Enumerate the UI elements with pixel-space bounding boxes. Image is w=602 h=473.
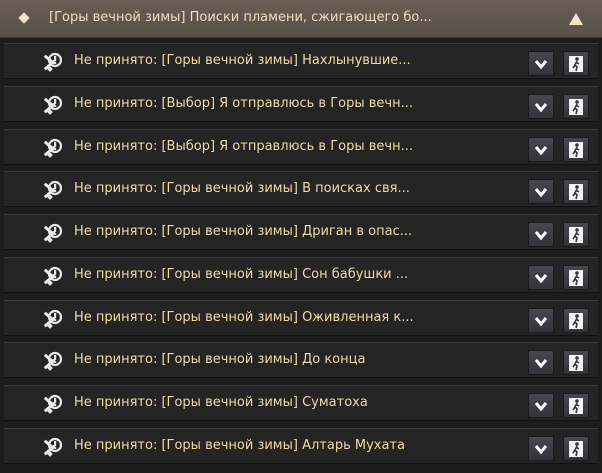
expand-button[interactable] <box>528 179 554 204</box>
auto-move-button[interactable] <box>563 436 589 461</box>
auto-move-button[interactable] <box>563 350 589 375</box>
quest-row[interactable]: Не принято: [Горы вечной зимы] До конца <box>4 342 598 378</box>
auto-move-button[interactable] <box>563 222 589 247</box>
quest-not-accepted-icon <box>43 266 62 286</box>
chevron-down-icon <box>534 59 548 69</box>
chevron-down-icon <box>534 273 548 283</box>
quest-label: Не принято: [Горы вечной зимы] Суматоха <box>74 395 368 410</box>
auto-move-button[interactable] <box>563 393 589 418</box>
quest-not-accepted-icon <box>43 138 62 158</box>
expand-button[interactable] <box>528 51 554 76</box>
quest-not-accepted-icon <box>43 437 62 457</box>
expand-button[interactable] <box>528 265 554 290</box>
quest-label: Не принято: [Выбор] Я отправлюсь в Горы … <box>74 96 413 111</box>
quest-label: Не принято: [Выбор] Я отправлюсь в Горы … <box>74 139 413 154</box>
quest-group-header[interactable]: [Горы вечной зимы] Поиски пламени, сжига… <box>0 0 602 38</box>
quest-label: Не принято: [Горы вечной зимы] Нахлынувш… <box>74 53 411 68</box>
quest-label: Не принято: [Горы вечной зимы] В поисках… <box>74 181 410 196</box>
walking-man-icon <box>569 98 583 115</box>
quest-row[interactable]: Не принято: [Горы вечной зимы] Алтарь Му… <box>4 428 598 464</box>
auto-move-button[interactable] <box>563 137 589 162</box>
quest-label: Не принято: [Горы вечной зимы] Дриган в … <box>74 224 413 239</box>
quest-not-accepted-icon <box>43 180 62 200</box>
expand-button[interactable] <box>528 436 554 461</box>
chevron-down-icon <box>534 230 548 240</box>
expand-button[interactable] <box>528 94 554 119</box>
auto-move-button[interactable] <box>563 51 589 76</box>
quest-row[interactable]: Не принято: [Горы вечной зимы] Сон бабуш… <box>4 257 598 293</box>
quest-not-accepted-icon <box>43 52 62 72</box>
chevron-down-icon <box>534 145 548 155</box>
walking-man-icon <box>569 183 583 200</box>
walking-man-icon <box>569 269 583 286</box>
walking-man-icon <box>569 397 583 414</box>
quest-row[interactable]: Не принято: [Горы вечной зимы] В поисках… <box>4 171 598 207</box>
chevron-down-icon <box>534 444 548 454</box>
walking-man-icon <box>569 354 583 371</box>
quest-row[interactable]: Не принято: [Горы вечной зимы] Оживленна… <box>4 300 598 336</box>
chevron-down-icon <box>534 358 548 368</box>
quest-label: Не принято: [Горы вечной зимы] Алтарь Му… <box>74 438 405 453</box>
quest-row[interactable]: Не принято: [Выбор] Я отправлюсь в Горы … <box>4 129 598 165</box>
expand-button[interactable] <box>528 137 554 162</box>
quest-not-accepted-icon <box>43 223 62 243</box>
quest-row[interactable]: Не принято: [Горы вечной зимы] Нахлынувш… <box>4 43 598 79</box>
walking-man-icon <box>569 226 583 243</box>
collapse-button[interactable] <box>568 12 584 26</box>
quest-label: Не принято: [Горы вечной зимы] Сон бабуш… <box>74 267 409 282</box>
walking-man-icon <box>569 141 583 158</box>
chevron-down-icon <box>534 316 548 326</box>
quest-label: Не принято: [Горы вечной зимы] Оживленна… <box>74 310 414 325</box>
auto-move-button[interactable] <box>563 179 589 204</box>
expand-button[interactable] <box>528 350 554 375</box>
quest-row[interactable]: Не принято: [Горы вечной зимы] Дриган в … <box>4 214 598 250</box>
walking-man-icon <box>569 440 583 457</box>
quest-group-title: [Горы вечной зимы] Поиски пламени, сжига… <box>49 10 432 25</box>
expand-button[interactable] <box>528 393 554 418</box>
walking-man-icon <box>569 55 583 72</box>
quest-not-accepted-icon <box>43 394 62 414</box>
auto-move-button[interactable] <box>563 265 589 290</box>
quest-label: Не принято: [Горы вечной зимы] До конца <box>74 352 366 367</box>
quest-not-accepted-icon <box>43 351 62 371</box>
triangle-up-icon <box>569 13 583 25</box>
quest-row[interactable]: Не принято: [Горы вечной зимы] Суматоха <box>4 385 598 421</box>
chevron-down-icon <box>534 401 548 411</box>
quest-not-accepted-icon <box>43 309 62 329</box>
chevron-down-icon <box>534 187 548 197</box>
expand-button[interactable] <box>528 222 554 247</box>
auto-move-button[interactable] <box>563 94 589 119</box>
quest-not-accepted-icon <box>43 95 62 115</box>
walking-man-icon <box>569 312 583 329</box>
chevron-down-icon <box>534 102 548 112</box>
auto-move-button[interactable] <box>563 308 589 333</box>
diamond-icon <box>18 12 30 24</box>
quest-row[interactable]: Не принято: [Выбор] Я отправлюсь в Горы … <box>4 86 598 122</box>
expand-button[interactable] <box>528 308 554 333</box>
